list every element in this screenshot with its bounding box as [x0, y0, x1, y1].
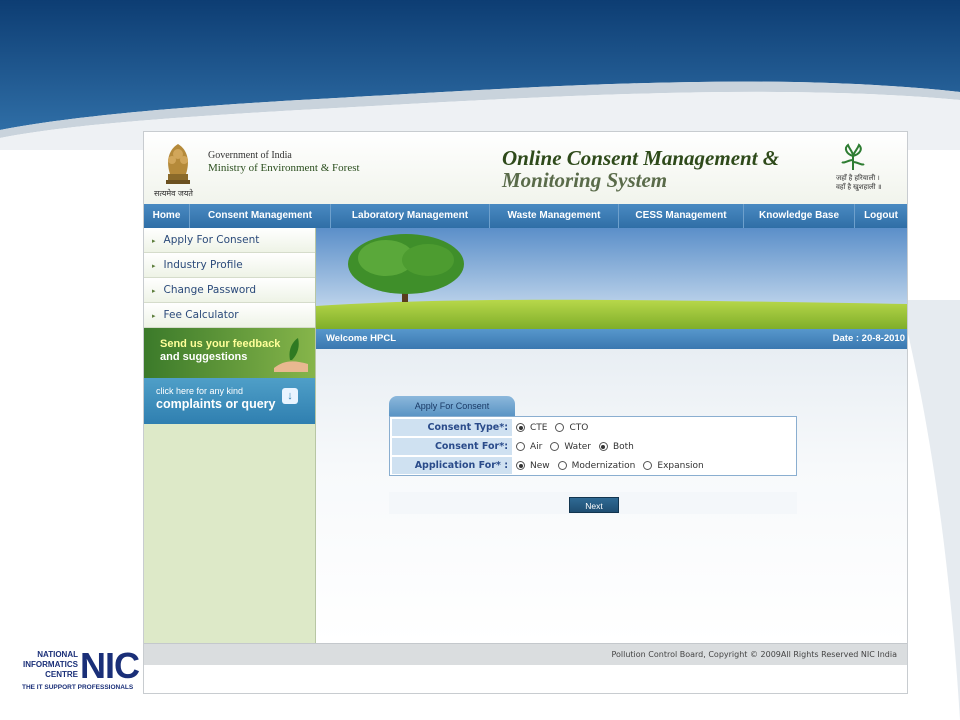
- nic-line3: CENTRE: [45, 670, 78, 679]
- nic-line2: INFORMATICS: [23, 660, 78, 669]
- sidebar-item-industry-profile[interactable]: ▸ Industry Profile: [144, 253, 315, 278]
- nav-waste-management[interactable]: Waste Management: [490, 204, 619, 228]
- sidebar-item-label: Industry Profile: [163, 259, 243, 271]
- sidebar-item-change-password[interactable]: ▸ Change Password: [144, 278, 315, 303]
- bullet-icon: ▸: [152, 287, 156, 295]
- nav-logout[interactable]: Logout: [855, 204, 907, 228]
- sidebar-item-label: Change Password: [163, 284, 257, 296]
- radio-cte[interactable]: CTE: [516, 423, 547, 433]
- site-header: Government of India Ministry of Environm…: [144, 132, 907, 204]
- sidebar-item-fee-calculator[interactable]: ▸ Fee Calculator: [144, 303, 315, 328]
- next-button[interactable]: Next: [569, 497, 619, 513]
- nic-big-text: NIC: [80, 645, 140, 686]
- radio-unchecked-icon: [555, 423, 565, 432]
- date-text: Date : 20-8-2010: [832, 333, 905, 344]
- feedback-banner[interactable]: Send us your feedback and suggestions: [144, 328, 315, 378]
- consent-form: Consent Type*: CTE CTO Consent For*: Air…: [389, 416, 797, 476]
- hands-leaf-icon: [274, 338, 308, 372]
- feedback-line2: and suggestions: [160, 351, 248, 363]
- sidebar: ▸ Apply For Consent ▸ Industry Profile ▸ Ch…: [144, 228, 316, 643]
- radio-modernization[interactable]: Modernization: [557, 461, 635, 471]
- form-tab-apply-for-consent[interactable]: Apply For Consent: [389, 396, 515, 416]
- radio-checked-icon: [516, 461, 525, 470]
- gov-line1: Government of India: [208, 150, 292, 161]
- ministry-name: Ministry of Environment & Forest: [208, 162, 360, 174]
- consent-for-row: Consent For*: Air Water Both: [392, 438, 794, 456]
- consent-for-label: Consent For*:: [392, 438, 512, 455]
- radio-new[interactable]: New: [516, 461, 550, 471]
- bullet-icon: ▸: [152, 237, 156, 245]
- sidebar-item-label: Apply For Consent: [163, 234, 260, 246]
- radio-both[interactable]: Both: [598, 442, 634, 452]
- slide-side-swoosh: [900, 300, 960, 720]
- radio-expansion[interactable]: Expansion: [643, 461, 704, 471]
- arrow-down-icon: ↓: [282, 388, 298, 404]
- radio-cto[interactable]: CTO: [555, 423, 588, 433]
- nic-line1: NATIONAL: [37, 650, 78, 659]
- radio-checked-icon: [516, 423, 525, 432]
- bullet-icon: ▸: [152, 312, 156, 320]
- footer: Pollution Control Board, Copyright © 200…: [144, 643, 907, 665]
- system-title-line2: Monitoring System: [502, 168, 668, 192]
- welcome-text: Welcome HPCL: [326, 333, 397, 344]
- green-tagline-1: जहाँ है हरियाली ।: [836, 175, 880, 182]
- slide-header-swoosh: [0, 0, 960, 150]
- consent-type-label: Consent Type*:: [392, 419, 512, 436]
- radio-water[interactable]: Water: [550, 442, 591, 452]
- radio-checked-icon: [598, 442, 608, 451]
- app-window: Government of India Ministry of Environm…: [143, 131, 908, 694]
- radio-unchecked-icon: [550, 442, 560, 451]
- nav-home[interactable]: Home: [144, 204, 190, 228]
- feedback-line1: Send us your feedback: [160, 338, 281, 350]
- application-for-label: Application For* :: [392, 457, 512, 474]
- application-for-row: Application For* : New Modernization Exp…: [392, 457, 794, 475]
- nav-laboratory-management[interactable]: Laboratory Management: [331, 204, 490, 228]
- nic-logo: NATIONAL INFORMATICS CENTRE NIC THE IT S…: [20, 648, 140, 694]
- nav-consent-management[interactable]: Consent Management: [190, 204, 331, 228]
- landscape-banner: [316, 228, 907, 329]
- nav-cess-management[interactable]: CESS Management: [619, 204, 744, 228]
- complaint-line2: complaints or query: [156, 397, 276, 411]
- welcome-bar: Welcome HPCL Date : 20-8-2010: [316, 329, 907, 349]
- green-tagline-2: वहाँ है खुशहाली ॥: [836, 184, 882, 191]
- radio-unchecked-icon: [557, 461, 567, 470]
- green-tree-logo-icon: [841, 143, 865, 170]
- complaint-line1: click here for any kind: [156, 386, 244, 396]
- bottom-spacer: [144, 665, 907, 693]
- radio-unchecked-icon: [516, 442, 525, 451]
- copyright-text: Pollution Control Board, Copyright © 200…: [611, 650, 897, 659]
- main-nav: Home Consent Management Laboratory Manag…: [144, 204, 907, 228]
- sidebar-item-apply-for-consent[interactable]: ▸ Apply For Consent: [144, 228, 315, 253]
- nav-knowledge-base[interactable]: Knowledge Base: [744, 204, 855, 228]
- main-content: Apply For Consent Consent Type*: CTE CTO…: [316, 349, 907, 643]
- sidebar-item-label: Fee Calculator: [163, 309, 239, 321]
- bullet-icon: ▸: [152, 262, 156, 270]
- nic-tagline: THE IT SUPPORT PROFESSIONALS: [22, 684, 134, 691]
- consent-type-row: Consent Type*: CTE CTO: [392, 419, 794, 437]
- complaints-banner[interactable]: click here for any kind complaints or qu…: [144, 378, 315, 424]
- motto: सत्यमेव जयते: [154, 189, 193, 198]
- radio-unchecked-icon: [643, 461, 653, 470]
- radio-air[interactable]: Air: [516, 442, 542, 452]
